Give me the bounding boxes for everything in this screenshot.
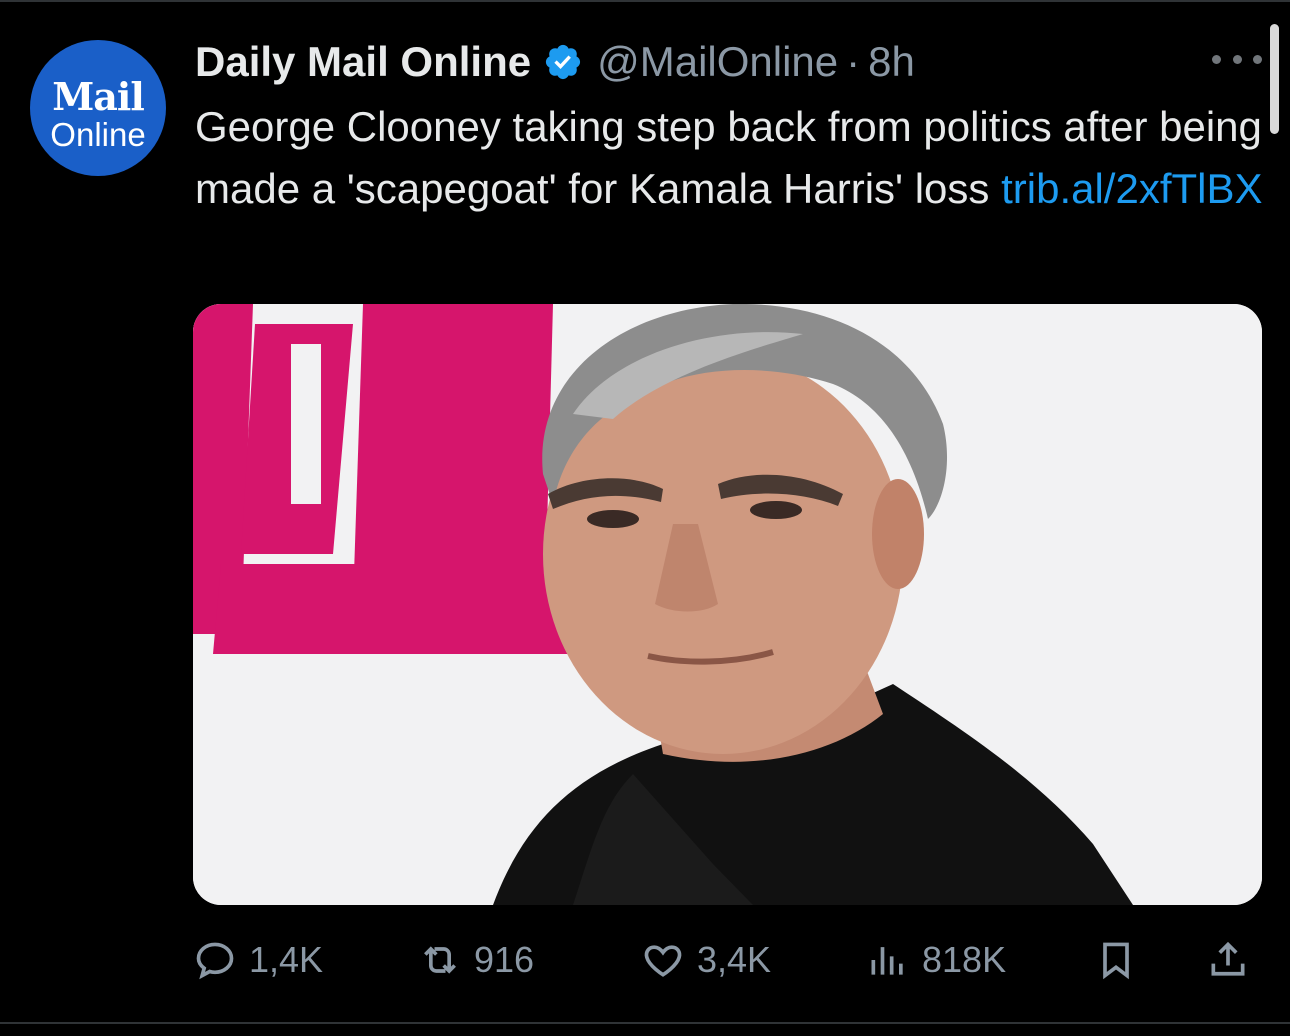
verified-badge-icon <box>546 44 581 80</box>
scrollbar[interactable] <box>1270 24 1279 134</box>
avatar-brand-sub: Online <box>50 116 146 153</box>
reply-count: 1,4K <box>249 939 324 980</box>
bookmark-icon <box>1103 942 1129 980</box>
tweet-text: George Clooney taking step back from pol… <box>195 96 1265 220</box>
more-dot <box>1212 54 1221 64</box>
action-bar: 1,4K 916 3,4K 818K <box>0 930 1290 990</box>
views-count: 818K <box>922 939 1007 980</box>
retweet-count: 916 <box>474 939 535 980</box>
separator-dot: · <box>846 38 861 85</box>
top-divider <box>0 0 1290 2</box>
tweet-photo[interactable] <box>193 304 1262 905</box>
timestamp[interactable]: 8h <box>868 38 915 86</box>
tweet-link[interactable]: trib.al/2xfTlBX <box>1001 165 1262 212</box>
views-icon <box>871 947 903 975</box>
more-dot <box>1232 54 1242 64</box>
share-icon <box>1211 941 1245 976</box>
more-options-icon[interactable] <box>1212 44 1262 74</box>
views-button[interactable]: 818K <box>866 930 1006 990</box>
user-handle[interactable]: @MailOnline <box>597 38 838 86</box>
like-icon <box>644 945 682 977</box>
avatar-brand-mark: Mail <box>52 74 145 119</box>
photo-icon <box>193 304 1262 905</box>
tweet-card[interactable]: Mail Online Daily Mail Online @MailOnlin… <box>0 0 1290 1036</box>
retweet-button[interactable]: 916 <box>418 930 534 990</box>
reply-button[interactable]: 1,4K <box>193 930 323 990</box>
more-dot <box>1253 54 1262 64</box>
reply-icon <box>196 942 234 980</box>
retweet-icon <box>424 946 456 974</box>
share-button[interactable] <box>1206 930 1250 990</box>
like-button[interactable]: 3,4K <box>641 930 771 990</box>
display-name[interactable]: Daily Mail Online <box>195 38 531 86</box>
bottom-divider <box>0 1022 1290 1024</box>
avatar[interactable]: Mail Online <box>30 40 166 176</box>
tweet-header: Daily Mail Online @MailOnline · 8h <box>195 38 915 86</box>
bookmark-button[interactable] <box>1094 930 1138 990</box>
like-count: 3,4K <box>697 939 772 980</box>
